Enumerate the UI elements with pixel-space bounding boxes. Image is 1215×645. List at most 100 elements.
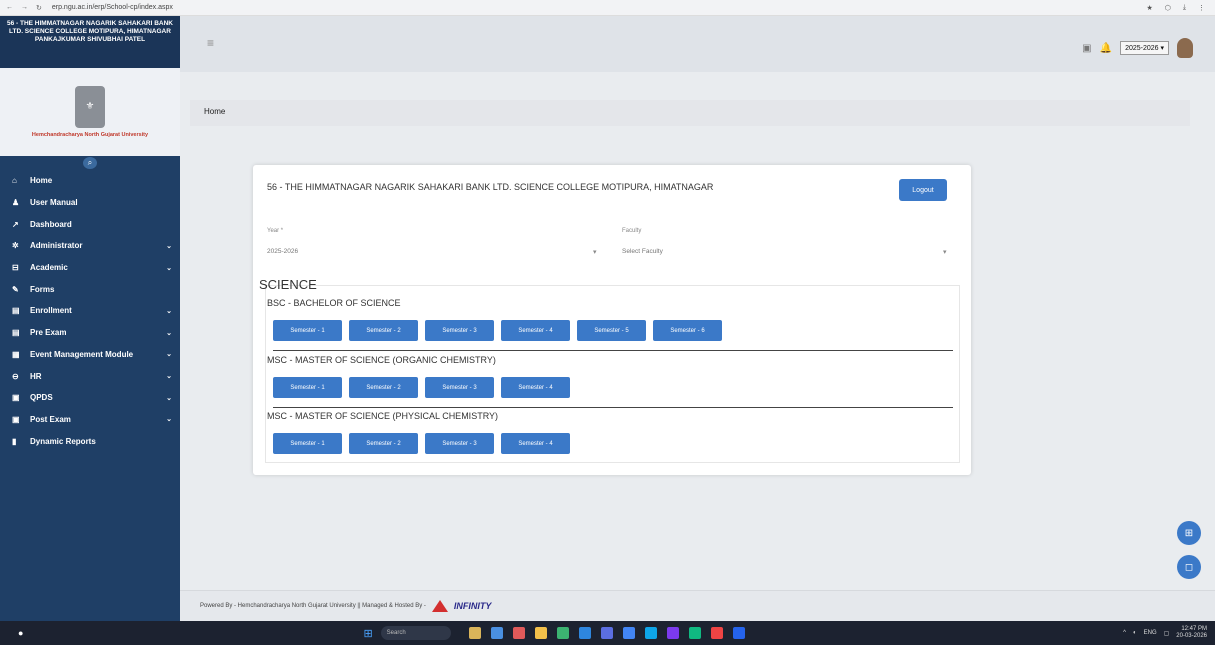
sidebar-item-label: Academic	[30, 263, 68, 273]
windows-start-icon[interactable]: ⊞	[363, 627, 372, 640]
calendar-icon[interactable]: ▣	[1082, 43, 1091, 54]
chat-button[interactable]: ◻	[1177, 555, 1201, 579]
qpds-icon: ▣	[12, 393, 20, 403]
app-icon[interactable]	[600, 627, 613, 639]
semester-button[interactable]: Semester - 6	[653, 320, 722, 341]
group-title: SCIENCE	[259, 277, 317, 292]
divider	[273, 407, 953, 408]
network-icon[interactable]: ◐	[1133, 630, 1137, 636]
sidebar-search[interactable]: ⌕	[0, 156, 180, 170]
card-icon: ▤	[12, 306, 20, 316]
sidebar: 56 - THE HIMMATNAGAR NAGARIK SAHAKARI BA…	[0, 16, 180, 621]
semester-button[interactable]: Semester - 4	[501, 320, 570, 341]
breadcrumb[interactable]: Home	[190, 100, 1190, 126]
college-card: 56 - THE HIMMATNAGAR NAGARIK SAHAKARI BA…	[253, 165, 971, 475]
app-icon[interactable]	[710, 627, 723, 639]
taskbar-search[interactable]: Search	[380, 626, 451, 640]
year-field[interactable]: 2025-2026	[267, 248, 298, 255]
avatar[interactable]	[1177, 38, 1193, 58]
semester-button-row: Semester - 1 Semester - 2 Semester - 3 Seme…	[273, 377, 570, 398]
sidebar-item-label: Home	[30, 176, 53, 186]
hamburger-icon[interactable]: ≡	[207, 36, 214, 50]
sidebar-item-label: User Manual	[30, 198, 78, 208]
semester-button-row: Semester - 1 Semester - 2 Semester - 3 Seme…	[273, 433, 570, 454]
sidebar-item-administrator[interactable]: ✲ Administrator ⌄	[0, 235, 180, 257]
sidebar-item-label: QPDS	[30, 393, 53, 403]
app-icon[interactable]	[666, 627, 679, 639]
college-name: 56 - THE HIMMATNAGAR NAGARIK SAHAKARI BA…	[0, 16, 180, 68]
search-icon[interactable]: ⌕	[83, 157, 97, 169]
time-text: 12:47 PM	[1181, 626, 1207, 632]
chevron-down-icon[interactable]: ⌄	[166, 242, 172, 250]
notification-bell-icon[interactable]: 🔔	[1100, 43, 1112, 54]
chevron-down-icon[interactable]: ⌄	[166, 329, 172, 337]
app-icon[interactable]	[644, 627, 657, 639]
semester-button[interactable]: Semester - 2	[349, 320, 418, 341]
app-icon[interactable]	[490, 627, 503, 639]
report-icon: ▮	[12, 436, 17, 446]
language-indicator[interactable]: ENG	[1144, 630, 1157, 636]
year-select[interactable]: 2025-2026 ▾	[1120, 41, 1169, 55]
faculty-select[interactable]: Select Faculty	[622, 248, 663, 255]
semester-button[interactable]: Semester - 3	[425, 377, 494, 398]
apps-grid-button[interactable]: ⊞	[1177, 521, 1201, 545]
app-icon[interactable]	[512, 627, 525, 639]
sidebar-item-forms[interactable]: ✎ Forms	[0, 278, 180, 300]
sidebar-item-dashboard[interactable]: ↗ Dashboard	[0, 213, 180, 235]
sidebar-item-pre-exam[interactable]: ▤ Pre Exam ⌄	[0, 322, 180, 344]
star-icon[interactable]: ★	[1146, 4, 1152, 12]
sidebar-item-hr[interactable]: ⊖ HR ⌄	[0, 365, 180, 387]
edge-icon[interactable]	[556, 627, 569, 639]
chevron-down-icon[interactable]: ⌄	[166, 307, 172, 315]
clock[interactable]: 12:47 PM 20-03-2026	[1176, 626, 1207, 640]
back-icon[interactable]: ←	[6, 4, 13, 12]
folder-icon[interactable]	[534, 627, 547, 639]
app-icon[interactable]	[732, 627, 745, 639]
chevron-down-icon[interactable]: ⌄	[166, 350, 172, 358]
app-icon[interactable]	[468, 627, 481, 639]
card-icon: ▤	[12, 328, 20, 338]
semester-button[interactable]: Semester - 2	[349, 433, 418, 454]
university-name: Hemchandracharya North Gujarat Universit…	[31, 131, 149, 138]
semester-button[interactable]: Semester - 3	[425, 433, 494, 454]
chevron-down-icon[interactable]: ⌄	[166, 415, 172, 423]
program-title: MSC - MASTER OF SCIENCE (PHYSICAL CHEMIS…	[267, 411, 499, 421]
download-icon[interactable]: ⤓	[1183, 4, 1186, 12]
home-icon: ⌂	[12, 176, 17, 186]
wifi-icon[interactable]: ▢	[1164, 630, 1170, 637]
forward-icon[interactable]: →	[21, 4, 28, 12]
semester-button[interactable]: Semester - 4	[501, 377, 570, 398]
sidebar-item-academic[interactable]: ⊟ Academic ⌄	[0, 257, 180, 279]
app-icon[interactable]	[688, 627, 701, 639]
menu-dots-icon[interactable]: ⋮	[1198, 4, 1205, 12]
year-chevron-icon[interactable]: ▾	[593, 248, 597, 256]
app-icon[interactable]	[578, 627, 591, 639]
semester-button[interactable]: Semester - 1	[273, 377, 342, 398]
chevron-down-icon[interactable]: ⌄	[166, 372, 172, 380]
faculty-chevron-icon[interactable]: ▾	[943, 248, 947, 256]
sidebar-item-home[interactable]: ⌂ Home	[0, 170, 180, 192]
chrome-icon[interactable]	[622, 627, 635, 639]
chevron-up-icon[interactable]: ^	[1123, 630, 1126, 636]
sidebar-item-event-management-module[interactable]: ▦ Event Management Module ⌄	[0, 344, 180, 366]
chevron-down-icon[interactable]: ⌄	[166, 394, 172, 402]
sidebar-item-post-exam[interactable]: ▣ Post Exam ⌄	[0, 409, 180, 431]
logout-button[interactable]: Logout	[899, 179, 947, 201]
semester-button[interactable]: Semester - 3	[425, 320, 494, 341]
semester-button[interactable]: Semester - 2	[349, 377, 418, 398]
reload-icon[interactable]: ↻	[36, 4, 42, 12]
address-bar[interactable]: erp.ngu.ac.in/erp/School-cp/index.aspx	[52, 4, 173, 11]
sidebar-item-user-manual[interactable]: ♟ User Manual	[0, 192, 180, 214]
semester-button[interactable]: Semester - 1	[273, 433, 342, 454]
hr-icon: ⊖	[12, 371, 19, 381]
chevron-down-icon[interactable]: ⌄	[166, 264, 172, 272]
sidebar-item-dynamic-reports[interactable]: ▮ Dynamic Reports	[0, 430, 180, 452]
semester-button[interactable]: Semester - 4	[501, 433, 570, 454]
sidebar-item-qpds[interactable]: ▣ QPDS ⌄	[0, 387, 180, 409]
weather-icon[interactable]: ●	[18, 628, 23, 638]
semester-button[interactable]: Semester - 1	[273, 320, 342, 341]
sidebar-item-label: Forms	[30, 284, 55, 294]
semester-button[interactable]: Semester - 5	[577, 320, 646, 341]
sidebar-item-enrollment[interactable]: ▤ Enrollment ⌄	[0, 300, 180, 322]
extensions-icon[interactable]: ⬡	[1165, 4, 1171, 12]
